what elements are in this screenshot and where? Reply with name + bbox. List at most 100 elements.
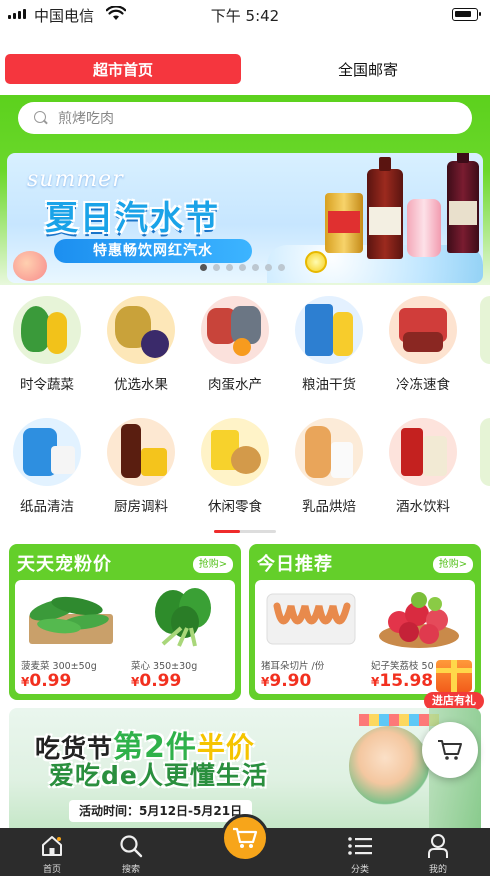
product-item[interactable]: 菠麦菜 300±50g ¥0.99 [15, 580, 125, 694]
banner-title: 夏日汽水节 [45, 198, 220, 237]
banner-pagination [200, 264, 285, 271]
next-category-peek [480, 418, 490, 486]
search-icon [34, 111, 48, 125]
nav-profile[interactable]: 我的 [408, 832, 468, 875]
paper-cleaning-icon [13, 418, 81, 486]
next-category-peek [480, 296, 490, 364]
category-label: 时令蔬菜 [20, 377, 74, 393]
category-meat-seafood[interactable]: 肉蛋水产 [188, 296, 282, 393]
lychee-image [379, 592, 459, 648]
pagination-dot[interactable] [226, 264, 233, 271]
category-fruits[interactable]: 优选水果 [94, 296, 188, 393]
category-label: 休闲零食 [208, 499, 262, 515]
product-item[interactable]: 菜心 350±30g ¥0.99 [125, 580, 235, 694]
deal-card-title: 今日推荐 [257, 554, 333, 575]
product-price: ¥9.90 [261, 671, 312, 691]
bottle-image [447, 153, 479, 253]
nav-label: 我的 [428, 865, 447, 875]
nav-home[interactable]: 首页 [22, 832, 82, 875]
search-icon [120, 835, 143, 858]
battery-icon [452, 8, 481, 21]
pagination-dot[interactable] [278, 264, 285, 271]
category-snacks[interactable]: 休闲零食 [188, 418, 282, 515]
category-grid: 时令蔬菜 优选水果 肉蛋水产 粮油干货 冷冻速食 纸品清洁 厨房调料 休闲零食 … [0, 290, 490, 530]
store-gift-badge[interactable]: 进店有礼 [424, 654, 484, 712]
top-tabs: 超市首页 全国邮寄 [0, 54, 490, 86]
category-vegetables[interactable]: 时令蔬菜 [0, 296, 94, 393]
dairy-bakery-icon [295, 418, 363, 486]
nav-category[interactable]: 分类 [330, 832, 390, 875]
bunting-decoration [359, 714, 439, 726]
picnic-illustration [349, 726, 429, 806]
nav-label: 分类 [350, 865, 369, 875]
pagination-dot[interactable] [200, 264, 207, 271]
category-label: 纸品清洁 [20, 499, 74, 515]
fruits-icon [107, 296, 175, 364]
category-paper-cleaning[interactable]: 纸品清洁 [0, 418, 94, 515]
drinks-icon [389, 418, 457, 486]
banner-subtitle: 特惠畅饮网红汽水 [54, 239, 252, 263]
deal-card-body: 菠麦菜 300±50g ¥0.99 菜心 350±30g ¥0.99 [15, 580, 235, 694]
product-price: ¥0.99 [131, 671, 182, 691]
pagination-dot[interactable] [252, 264, 259, 271]
nav-search[interactable]: 搜索 [101, 832, 161, 875]
bottle-image [407, 199, 441, 257]
nav-label: 首页 [42, 865, 61, 875]
category-label: 优选水果 [114, 377, 168, 393]
deal-card-fan-price: 天天宠粉价 抢购> 菠麦菜 300±50g ¥0.99 菜心 350±30g ¥… [9, 544, 241, 700]
category-label: 肉蛋水产 [208, 377, 262, 393]
category-frozen-food[interactable]: 冷冻速食 [376, 296, 470, 393]
can-image [325, 193, 363, 253]
meat-seafood-icon [201, 296, 269, 364]
search-bar[interactable]: 煎烤吃肉 [18, 102, 472, 134]
pork-ear-image [266, 593, 356, 645]
floating-cart-button[interactable] [422, 722, 478, 778]
category-icon [348, 837, 372, 855]
product-name: 菜心 350±30g [131, 661, 198, 672]
spinach-image [29, 596, 113, 644]
category-dairy-bakery[interactable]: 乳品烘焙 [282, 418, 376, 515]
cart-icon [233, 827, 258, 848]
tab-supermarket-home[interactable]: 超市首页 [5, 54, 241, 84]
festival-date: 活动时间：5月12日-5月21日 [69, 800, 253, 822]
nav-cart[interactable] [221, 814, 269, 862]
nav-label: 搜索 [121, 865, 140, 875]
category-drinks[interactable]: 酒水饮料 [376, 418, 470, 515]
vegetables-icon [13, 296, 81, 364]
product-name: 菠麦菜 300±50g [21, 661, 97, 672]
foodie-festival-banner[interactable]: 吃货节第2件半价 爱吃de人更懂生活 活动时间：5月12日-5月21日 [9, 708, 481, 828]
product-name: 猪耳朵切片 /份 [261, 661, 325, 672]
category-label: 乳品烘焙 [302, 499, 356, 515]
status-bar: 中国电信 下午 5:42 [0, 0, 490, 30]
category-label: 厨房调料 [114, 499, 168, 515]
gift-icon [436, 660, 472, 692]
pagination-dot[interactable] [265, 264, 272, 271]
category-label: 冷冻速食 [396, 377, 450, 393]
lemon-image [305, 251, 327, 273]
banner-script-text: summer [27, 167, 124, 192]
product-price: ¥0.99 [21, 671, 72, 691]
tab-national-mail[interactable]: 全国邮寄 [250, 54, 486, 84]
seasoning-icon [107, 418, 175, 486]
grain-oil-icon [295, 296, 363, 364]
category-scroll-indicator [214, 530, 276, 533]
category-seasoning[interactable]: 厨房调料 [94, 418, 188, 515]
home-icon [42, 836, 62, 856]
deal-card-title: 天天宠粉价 [17, 554, 112, 575]
pagination-dot[interactable] [213, 264, 220, 271]
choy-sum-image [155, 588, 211, 647]
search-placeholder: 煎烤吃肉 [58, 111, 114, 127]
cart-icon [438, 740, 462, 760]
buy-now-button[interactable]: 抢购> [433, 556, 473, 573]
category-label: 粮油干货 [302, 377, 356, 393]
bottle-image [367, 157, 403, 259]
pagination-dot[interactable] [239, 264, 246, 271]
buy-now-button[interactable]: 抢购> [193, 556, 233, 573]
category-grain-oil[interactable]: 粮油干货 [282, 296, 376, 393]
product-item[interactable]: 猪耳朵切片 /份 ¥9.90 [255, 580, 365, 694]
snacks-icon [201, 418, 269, 486]
clock: 下午 5:42 [210, 7, 280, 25]
peach-image [13, 251, 47, 281]
category-label: 酒水饮料 [396, 499, 450, 515]
bottom-nav: 首页 搜索 分类 我的 [0, 814, 490, 876]
